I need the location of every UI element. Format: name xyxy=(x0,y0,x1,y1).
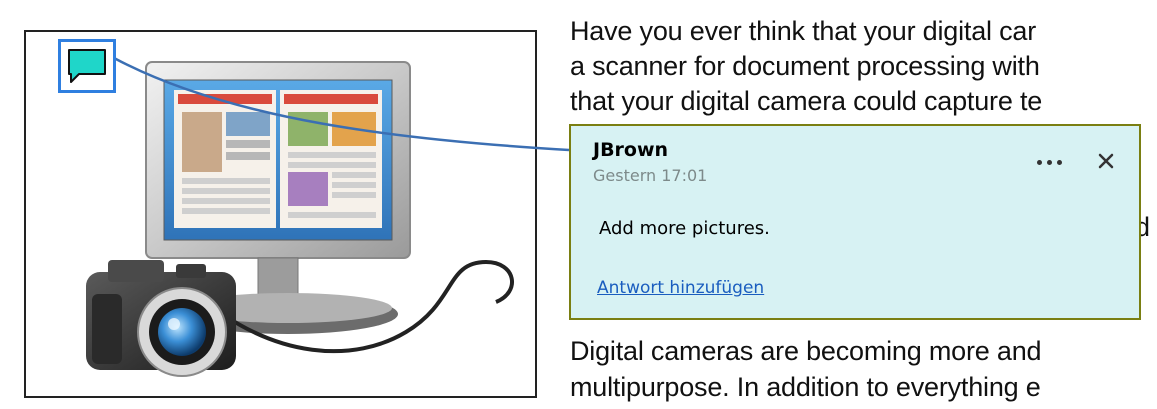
more-options-button[interactable] xyxy=(1029,150,1069,174)
paragraph-line: Have you ever think that your digital ca… xyxy=(570,16,1037,46)
add-reply-link[interactable]: Antwort hinzufügen xyxy=(597,278,764,298)
paragraph-line: multipurpose. In addition to everything … xyxy=(570,372,1041,402)
comment-body: Add more pictures. xyxy=(599,218,770,239)
comment-timestamp: Gestern 17:01 xyxy=(593,166,708,185)
close-comment-button[interactable] xyxy=(1091,146,1121,176)
more-horizontal-icon xyxy=(1036,159,1042,165)
paragraph-line: a scanner for document processing with xyxy=(570,51,1040,81)
comment-popup[interactable]: JBrown Gestern 17:01 Add more pictures. … xyxy=(569,124,1141,320)
paragraph-line: that your digital camera could capture t… xyxy=(570,86,1043,116)
speech-bubble-icon xyxy=(68,49,106,83)
close-icon xyxy=(1098,153,1114,169)
more-horizontal-icon xyxy=(1056,159,1062,165)
comment-marker[interactable] xyxy=(58,39,116,93)
more-horizontal-icon xyxy=(1046,159,1052,165)
paragraph-line: Digital cameras are becoming more and xyxy=(570,336,1042,366)
document-page: Have you ever think that your digital ca… xyxy=(0,0,1157,409)
comment-author: JBrown xyxy=(593,139,669,161)
